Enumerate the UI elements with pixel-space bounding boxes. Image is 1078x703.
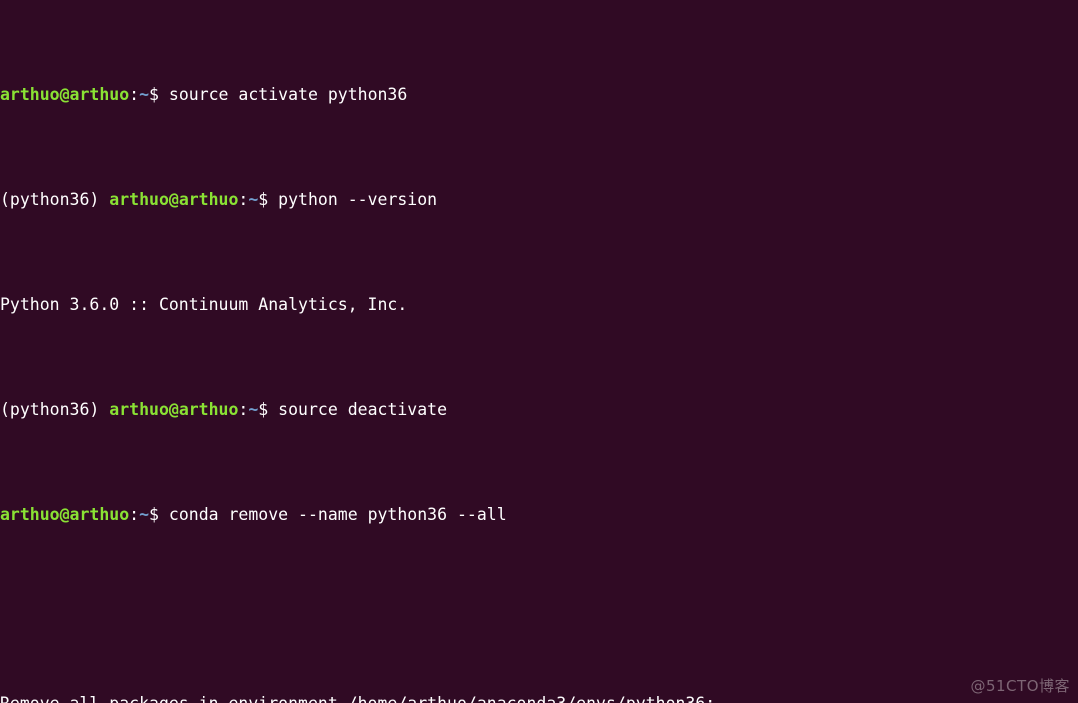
prompt-sigil: $ [258,190,269,209]
prompt-user-host: arthuo@arthuo [109,190,239,209]
prompt-path: ~ [248,190,259,209]
command-text: source activate python36 [168,85,408,104]
prompt-colon: : [238,190,249,209]
env-prefix-badge: (python36) [0,190,100,209]
prompt-colon: : [238,400,249,419]
prompt-user-host: arthuo@arthuo [0,505,130,524]
prompt-sigil: $ [149,85,159,104]
prompt-colon: : [129,505,140,524]
python-version-output: Python 3.6.0 :: Continuum Analytics, Inc… [0,295,408,314]
terminal-screen[interactable]: arthuo@arthuo:~$ source activate python3… [0,0,1078,703]
watermark-label: @51CTO博客 [970,677,1070,695]
remove-all-message: Remove all packages in environment /home… [0,694,715,703]
prompt-colon: : [129,85,140,104]
prompt-path: ~ [139,85,150,104]
command-text: source deactivate [278,400,448,419]
prompt-sigil: $ [149,505,159,524]
prompt-user-host: arthuo@arthuo [109,400,239,419]
prompt-sigil: $ [258,400,269,419]
prompt-user-host: arthuo@arthuo [0,85,130,104]
terminal-line-output: Python 3.6.0 :: Continuum Analytics, Inc… [0,294,1078,315]
command-text: conda remove --name python36 --all [168,505,507,524]
terminal-line-command: (python36) arthuo@arthuo:~$ source deact… [0,399,1078,420]
command-text: python --version [278,190,438,209]
terminal-window[interactable]: arthuo@arthuo:~$ source activate python3… [0,0,1078,703]
terminal-line-command: (python36) arthuo@arthuo:~$ python --ver… [0,189,1078,210]
terminal-line-command: arthuo@arthuo:~$ source activate python3… [0,84,1078,105]
prompt-path: ~ [248,400,259,419]
env-prefix-badge: (python36) [0,400,100,419]
prompt-path: ~ [139,505,150,524]
terminal-line-output: Remove all packages in environment /home… [0,693,1078,703]
terminal-line-command: arthuo@arthuo:~$ conda remove --name pyt… [0,504,1078,525]
